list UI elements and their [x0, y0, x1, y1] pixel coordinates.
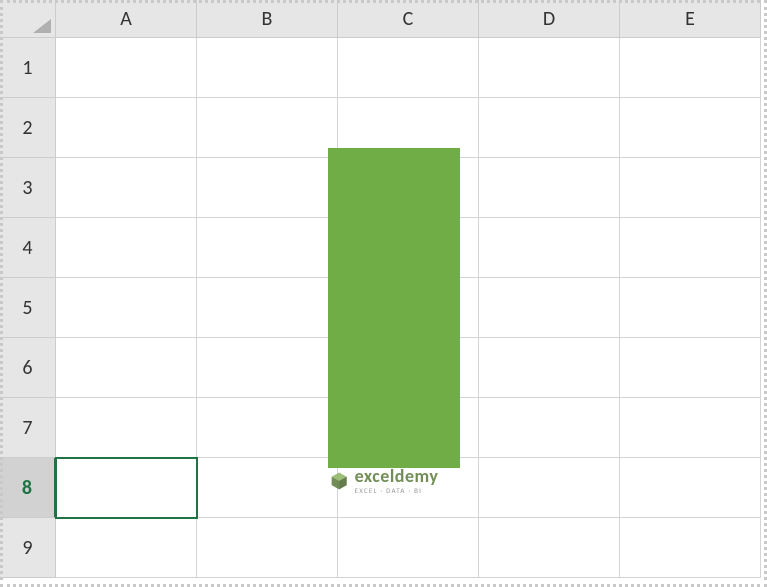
cell-d6[interactable]	[479, 338, 620, 398]
watermark-text-block: exceldemy EXCEL · DATA · BI	[355, 467, 439, 495]
cell-a2[interactable]	[56, 98, 197, 158]
cell-d9[interactable]	[479, 518, 620, 578]
cell-b9[interactable]	[197, 518, 338, 578]
cell-b2[interactable]	[197, 98, 338, 158]
cell-b3[interactable]	[197, 158, 338, 218]
cell-b8[interactable]	[197, 458, 338, 518]
cell-d4[interactable]	[479, 218, 620, 278]
cell-e7[interactable]	[620, 398, 761, 458]
row-header-6[interactable]: 6	[0, 338, 56, 398]
cell-e2[interactable]	[620, 98, 761, 158]
col-header-a[interactable]: A	[56, 0, 197, 38]
col-header-d[interactable]: D	[479, 0, 620, 38]
row-header-4[interactable]: 4	[0, 218, 56, 278]
cell-c1[interactable]	[338, 38, 479, 98]
cell-d7[interactable]	[479, 398, 620, 458]
watermark-brand: exceldemy	[355, 467, 439, 485]
cell-e3[interactable]	[620, 158, 761, 218]
row-header-9[interactable]: 9	[0, 518, 56, 578]
cell-a9[interactable]	[56, 518, 197, 578]
cell-a8[interactable]	[56, 458, 197, 518]
select-all-corner[interactable]	[0, 0, 56, 38]
row-header-3[interactable]: 3	[0, 158, 56, 218]
cell-b7[interactable]	[197, 398, 338, 458]
cell-e4[interactable]	[620, 218, 761, 278]
cube-icon	[329, 471, 349, 491]
col-header-b[interactable]: B	[197, 0, 338, 38]
spreadsheet-grid: A B C D E 1 2 3 4 5 6 7 8 9	[0, 0, 767, 587]
row-header-7[interactable]: 7	[0, 398, 56, 458]
cell-e8[interactable]	[620, 458, 761, 518]
column-headers: A B C D E	[56, 0, 761, 38]
cell-b5[interactable]	[197, 278, 338, 338]
cell-d1[interactable]	[479, 38, 620, 98]
cell-a3[interactable]	[56, 158, 197, 218]
cell-e6[interactable]	[620, 338, 761, 398]
cell-a7[interactable]	[56, 398, 197, 458]
cell-d3[interactable]	[479, 158, 620, 218]
cell-d2[interactable]	[479, 98, 620, 158]
col-header-c[interactable]: C	[338, 0, 479, 38]
cell-b6[interactable]	[197, 338, 338, 398]
cell-b1[interactable]	[197, 38, 338, 98]
cell-a4[interactable]	[56, 218, 197, 278]
cell-e5[interactable]	[620, 278, 761, 338]
cell-b4[interactable]	[197, 218, 338, 278]
cell-a6[interactable]	[56, 338, 197, 398]
green-rectangle-shape[interactable]	[328, 148, 460, 468]
cell-a5[interactable]	[56, 278, 197, 338]
cell-e9[interactable]	[620, 518, 761, 578]
row-header-1[interactable]: 1	[0, 38, 56, 98]
row-header-5[interactable]: 5	[0, 278, 56, 338]
cell-a1[interactable]	[56, 38, 197, 98]
cell-d8[interactable]	[479, 458, 620, 518]
watermark-tagline: EXCEL · DATA · BI	[355, 486, 439, 495]
row-headers: 1 2 3 4 5 6 7 8 9	[0, 38, 56, 578]
cell-d5[interactable]	[479, 278, 620, 338]
row-header-8[interactable]: 8	[0, 458, 56, 518]
row-header-2[interactable]: 2	[0, 98, 56, 158]
col-header-e[interactable]: E	[620, 0, 761, 38]
cell-c9[interactable]	[338, 518, 479, 578]
cell-e1[interactable]	[620, 38, 761, 98]
watermark: exceldemy EXCEL · DATA · BI	[329, 467, 439, 495]
